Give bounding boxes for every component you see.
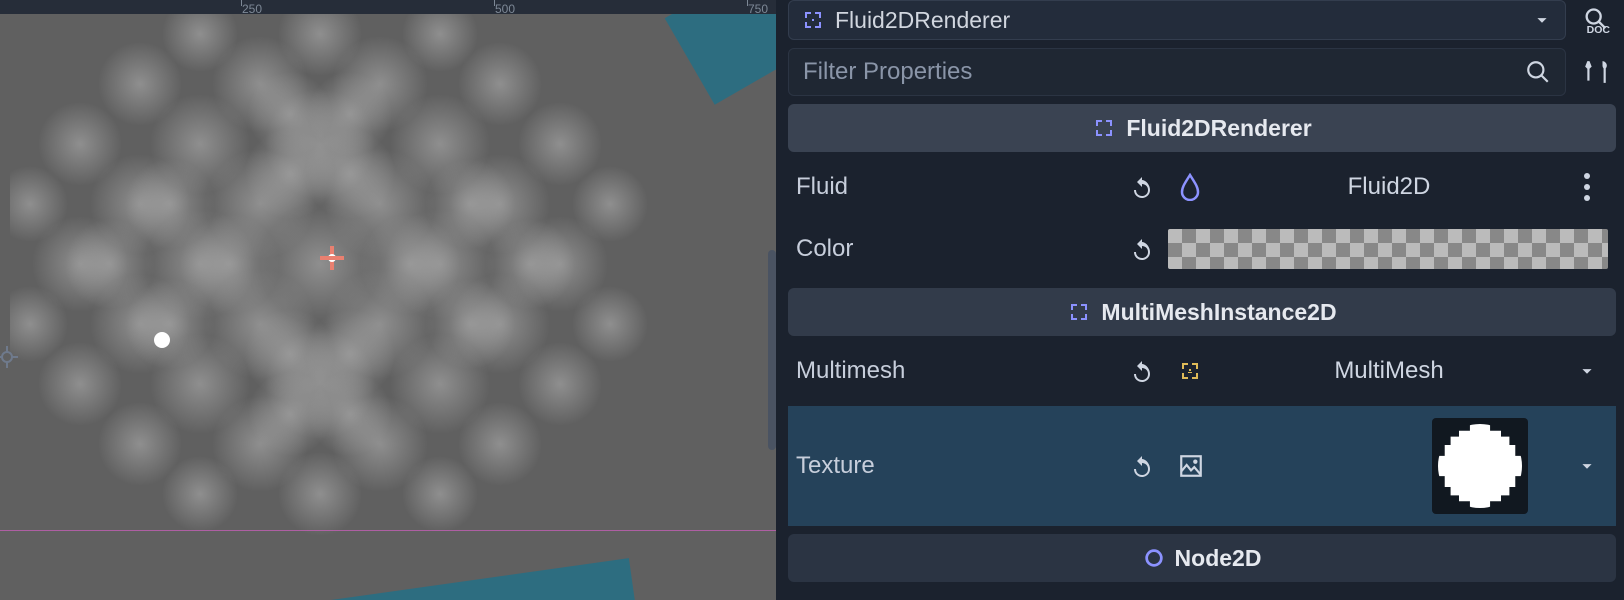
property-fluid[interactable]: Fluid Fluid2D xyxy=(788,160,1616,214)
tools-icon xyxy=(1583,59,1609,85)
chevron-down-icon xyxy=(1576,455,1598,477)
property-value-fluid[interactable]: Fluid2D xyxy=(1168,173,1608,201)
node-origin-marker[interactable] xyxy=(154,332,170,348)
property-texture[interactable]: Texture xyxy=(788,406,1616,526)
property-value-text: Fluid2D xyxy=(1216,173,1562,201)
viewport-2d[interactable]: 250 500 750 xyxy=(0,0,776,600)
revert-icon xyxy=(1130,175,1154,199)
image-resource-icon xyxy=(1178,453,1204,479)
revert-icon xyxy=(1130,454,1154,478)
section-header-multimeshinstance2d[interactable]: MultiMeshInstance2D xyxy=(788,288,1616,336)
property-color[interactable]: Color xyxy=(788,222,1616,276)
color-picker-swatch[interactable] xyxy=(1168,229,1608,269)
chevron-down-icon xyxy=(1576,360,1598,382)
property-multimesh[interactable]: Multimesh MultiMesh xyxy=(788,344,1616,398)
ruler-tick: 500 xyxy=(495,2,515,16)
ruler-tick: 750 xyxy=(748,2,768,16)
revert-button[interactable] xyxy=(1124,169,1160,205)
svg-text:DOC: DOC xyxy=(1587,24,1610,34)
revert-button[interactable] xyxy=(1124,353,1160,389)
droplet-icon xyxy=(1178,173,1202,201)
revert-icon xyxy=(1130,237,1154,261)
revert-button[interactable] xyxy=(1124,448,1160,484)
section-header-node2d[interactable]: Node2D xyxy=(788,534,1616,582)
docs-icon: DOC xyxy=(1582,6,1610,34)
property-menu-button[interactable] xyxy=(1576,173,1598,201)
node-icon xyxy=(801,8,825,32)
filter-input[interactable] xyxy=(803,58,1515,86)
tools-menu-button[interactable] xyxy=(1576,52,1616,92)
section-title: Fluid2DRenderer xyxy=(1126,115,1311,142)
ruler-tick: 250 xyxy=(242,2,262,16)
texture-thumbnail xyxy=(1432,418,1528,514)
node-icon xyxy=(1092,116,1116,140)
fluid-particles-preview xyxy=(10,0,660,554)
property-label: Fluid xyxy=(796,173,1116,201)
object-selector-label: Fluid2DRenderer xyxy=(835,7,1010,34)
scrollbar-vertical[interactable] xyxy=(768,250,776,450)
filter-properties-bar[interactable] xyxy=(788,48,1566,96)
chevron-down-icon xyxy=(1531,9,1553,31)
property-value-text: MultiMesh xyxy=(1216,357,1562,385)
inspector-panel: Fluid2DRenderer DOC Fluid2DRenderer Flui… xyxy=(776,0,1624,600)
section-header-fluid2drenderer[interactable]: Fluid2DRenderer xyxy=(788,104,1616,152)
multimesh-icon xyxy=(1178,359,1202,383)
guide-line xyxy=(0,530,776,531)
open-docs-button[interactable]: DOC xyxy=(1576,0,1616,40)
node-icon xyxy=(1067,300,1091,324)
node2d-icon xyxy=(1143,547,1165,569)
ruler-horizontal: 250 500 750 xyxy=(0,0,776,14)
node-pivot-gizmo[interactable] xyxy=(320,246,344,270)
revert-icon xyxy=(1130,359,1154,383)
property-value-multimesh[interactable]: MultiMesh xyxy=(1168,357,1608,385)
canvas[interactable] xyxy=(0,14,776,600)
property-label: Texture xyxy=(796,452,1116,480)
property-label: Multimesh xyxy=(796,357,1116,385)
section-title: Node2D xyxy=(1175,545,1262,572)
search-icon xyxy=(1525,59,1551,85)
editor-accent xyxy=(312,558,640,600)
anchor-gizmo[interactable] xyxy=(0,346,18,368)
object-selector[interactable]: Fluid2DRenderer xyxy=(788,0,1566,40)
property-value-texture[interactable] xyxy=(1168,418,1608,514)
section-title: MultiMeshInstance2D xyxy=(1101,299,1336,326)
revert-button[interactable] xyxy=(1124,231,1160,267)
property-label: Color xyxy=(796,235,1116,263)
